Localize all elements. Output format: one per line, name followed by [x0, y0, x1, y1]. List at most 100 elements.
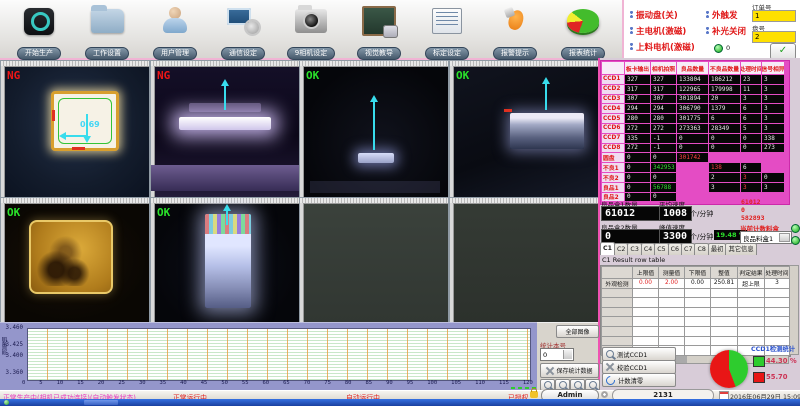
x-tick: 40 — [180, 380, 187, 386]
camera-view-4[interactable]: OK — [449, 60, 599, 198]
table-cell: 138 — [709, 163, 740, 172]
camera-view-8[interactable] — [449, 197, 599, 323]
ruler-strip — [151, 61, 299, 67]
camera-view-2[interactable]: NG — [150, 60, 300, 198]
box1-count-value: 61012 — [601, 206, 660, 221]
table-cell: 3 — [762, 95, 784, 104]
stat-number-value: 0 — [543, 351, 547, 359]
stat-number-input[interactable]: 0 — [540, 348, 574, 361]
ruler-strip — [450, 61, 598, 67]
tab-C5[interactable]: C5 — [654, 243, 668, 255]
main-motor-status-label[interactable]: 主电机(激磁) — [630, 25, 686, 37]
tab-最初[interactable]: 最初 — [708, 243, 727, 255]
chart-plot-area[interactable] — [27, 328, 531, 381]
toolbar-work-settings[interactable]: 工作设置 — [74, 2, 140, 56]
result-tag: OK — [456, 69, 469, 82]
camera-view-7[interactable] — [299, 197, 449, 323]
table-cell: 301894 — [677, 95, 708, 104]
toolbar-report[interactable]: 报表统计 — [550, 2, 616, 56]
left-rail — [300, 203, 304, 322]
result-table-title: C1 Result row table — [602, 256, 665, 264]
tray-number-input[interactable]: 2 — [752, 31, 796, 43]
fill-light-label[interactable]: 补光关闭 — [706, 25, 746, 37]
toolbar-communication[interactable]: 通信设定 — [210, 2, 276, 56]
tab-C3[interactable]: C3 — [627, 243, 641, 255]
tab-C8[interactable]: C8 — [694, 243, 708, 255]
feed-motor-status-label[interactable]: 上料电机(激磁) — [630, 41, 695, 53]
result-vscrollbar[interactable] — [789, 265, 799, 355]
table-cell: 0 — [651, 153, 676, 162]
tab-其它信息[interactable]: 其它信息 — [725, 243, 756, 255]
toolbar-camera-settings[interactable]: 9相机设定 — [278, 2, 344, 56]
result-cell-empty — [602, 289, 632, 298]
table-cell — [677, 163, 708, 172]
camera-view-6[interactable]: OK — [150, 197, 300, 323]
result-cell-empty — [685, 298, 710, 307]
camera-view-3[interactable]: OK — [299, 60, 449, 198]
tab-C4[interactable]: C4 — [641, 243, 655, 255]
taskbar-item[interactable] — [84, 400, 118, 405]
alarm-icon — [503, 8, 527, 34]
row-label: CCD7 — [602, 134, 624, 143]
refresh-icon — [604, 374, 617, 387]
table-cell — [741, 153, 761, 162]
camera-view-5[interactable]: OK — [0, 197, 150, 323]
box-led-2 — [791, 236, 800, 245]
table-cell: 273363 — [677, 124, 708, 133]
table-cell: 317 — [625, 85, 650, 94]
column-header: 不良品数量 — [709, 62, 740, 74]
gear-icon[interactable] — [601, 391, 608, 398]
result-cell-empty — [685, 317, 710, 326]
legend-red-label: 55.70 — [766, 373, 788, 381]
toolbar-user-management[interactable]: 用户管理 — [142, 2, 208, 56]
x-tick: 110 — [475, 380, 485, 386]
toolbar-label: 标定设定 — [425, 47, 469, 60]
result-cell: 超上限 — [738, 279, 764, 288]
toolbar-start-production[interactable]: 开始生产 — [6, 2, 72, 56]
work-settings-icon — [91, 9, 124, 33]
test-ccd1-button[interactable]: 测试CCD1 — [602, 347, 676, 361]
pie-title: CCD1检测统计 — [751, 344, 795, 353]
order-number-input[interactable]: 1 — [752, 10, 796, 22]
tab-C2[interactable]: C2 — [614, 243, 628, 255]
vibration-status-label[interactable]: 振动盘(关) — [630, 9, 678, 21]
main-toolbar: 开始生产 工作设置 用户管理 通信设定 9相机设定 视觉教导 标定设定 报警提示… — [0, 0, 622, 60]
all-images-button[interactable]: 全部图像 — [556, 325, 599, 338]
left-rail — [450, 66, 454, 197]
table-cell: 0 — [625, 163, 650, 172]
save-statistics-button[interactable]: 保存统计数据 — [540, 363, 599, 378]
table-cell: 307 — [651, 95, 676, 104]
stage — [310, 181, 440, 193]
row-label: CCD5 — [602, 114, 624, 123]
toolbar-label: 开始生产 — [17, 47, 61, 60]
table-cell: 11 — [741, 85, 761, 94]
table-cell: 6 — [741, 104, 761, 113]
toolbar-alarm[interactable]: 报警提示 — [482, 2, 548, 56]
verify-ccd1-button[interactable]: 校验CCD1 — [602, 360, 676, 374]
result-cell: 250.81 — [711, 279, 737, 288]
x-tick: 15 — [77, 380, 84, 386]
table-cell: 0 — [625, 173, 650, 182]
camera-view-1[interactable]: NG 0.69 — [0, 60, 150, 198]
toolbar-calibration[interactable]: 标定设定 — [414, 2, 480, 56]
x-tick: 60 — [263, 380, 270, 386]
arrow-down-icon — [83, 136, 91, 143]
tab-C6[interactable]: C6 — [668, 243, 682, 255]
start-button-icon[interactable] — [4, 400, 9, 405]
external-trigger-label[interactable]: 外触发 — [706, 9, 738, 21]
table-cell: 133804 — [677, 75, 708, 84]
result-cell-empty — [738, 289, 764, 298]
windows-taskbar[interactable] — [0, 399, 800, 406]
row-label: CCD2 — [602, 85, 624, 94]
table-cell: 0 — [762, 173, 784, 182]
spinner[interactable] — [563, 350, 572, 359]
x-tick: 100 — [427, 380, 437, 386]
result-cell-empty — [633, 327, 658, 336]
tab-C7[interactable]: C7 — [681, 243, 695, 255]
tab-C1[interactable]: C1 — [600, 242, 615, 255]
ruler-strip — [450, 198, 598, 204]
toolbar-vision-teach[interactable]: 视觉教导 — [346, 2, 412, 56]
clear-count-button[interactable]: 计数清零 — [602, 373, 676, 387]
result-cell-empty — [711, 298, 737, 307]
row-label: 圆盘 — [602, 153, 624, 162]
